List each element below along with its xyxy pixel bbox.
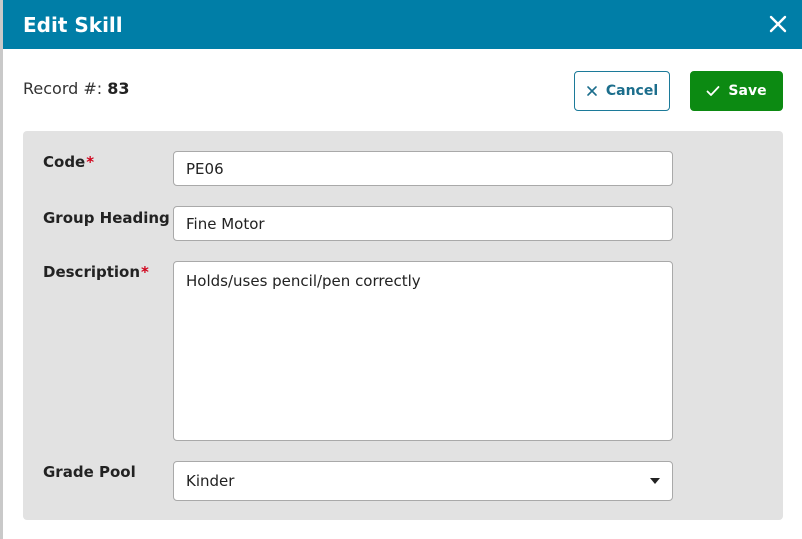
dialog-header: Edit Skill — [3, 0, 802, 49]
check-icon — [706, 85, 720, 97]
record-number: Record #: 83 — [23, 79, 130, 98]
save-button[interactable]: Save — [690, 71, 783, 111]
save-label: Save — [728, 83, 767, 99]
grade-pool-value: Kinder — [186, 472, 235, 490]
caret-down-icon — [650, 478, 660, 484]
x-icon — [586, 85, 598, 97]
record-value: 83 — [107, 79, 130, 98]
record-toolbar: Record #: 83 Cancel Save — [3, 49, 802, 131]
skill-form: Code* Group Heading Description* Holds/u… — [23, 131, 783, 520]
group-heading-label: Group Heading — [43, 209, 170, 227]
close-icon[interactable] — [766, 12, 790, 36]
cancel-label: Cancel — [605, 83, 659, 99]
required-marker: * — [86, 153, 95, 171]
required-marker: * — [141, 263, 149, 281]
code-input[interactable] — [173, 151, 673, 186]
description-label-text: Description — [43, 263, 141, 281]
dialog-title: Edit Skill — [23, 13, 123, 37]
description-label: Description* — [43, 263, 149, 281]
record-label: Record #: — [23, 79, 103, 98]
grade-pool-select[interactable]: Kinder — [173, 461, 673, 501]
code-label: Code* — [43, 153, 94, 171]
code-label-text: Code — [43, 153, 86, 171]
description-textarea[interactable]: Holds/uses pencil/pen correctly — [173, 261, 673, 441]
edit-skill-dialog: Edit Skill Record #: 83 Cancel Save Code… — [3, 0, 802, 539]
group-heading-input[interactable] — [173, 206, 673, 241]
grade-pool-label: Grade Pool — [43, 463, 136, 481]
cancel-button[interactable]: Cancel — [574, 71, 670, 111]
